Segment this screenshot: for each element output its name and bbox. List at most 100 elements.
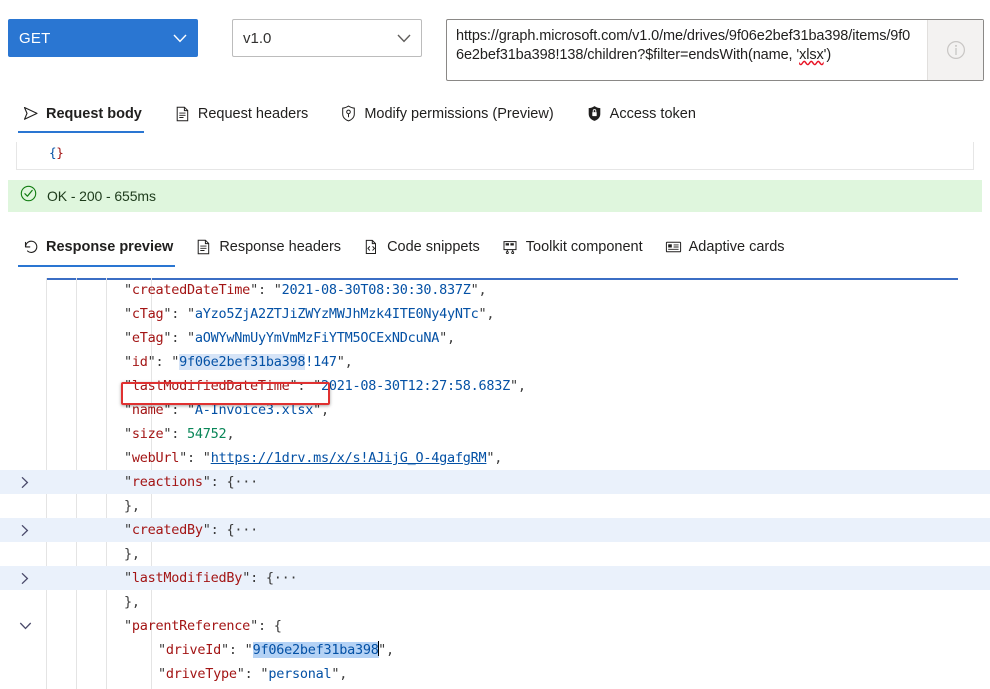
code-line-folded[interactable]: "lastModifiedBy": {··· bbox=[0, 566, 990, 590]
http-method-label: GET bbox=[19, 29, 51, 47]
code-line: "driveId": "9f06e2bef31ba398", bbox=[158, 641, 394, 658]
response-preview-editor[interactable]: "createdDateTime": "2021-08-30T08:30:30.… bbox=[0, 278, 990, 689]
json-folded-marker: {··· bbox=[226, 474, 258, 490]
code-line: "lastModifiedDateTime": "2021-08-30T12:2… bbox=[124, 378, 526, 394]
code-icon bbox=[363, 238, 380, 255]
request-url-input[interactable]: https://graph.microsoft.com/v1.0/me/driv… bbox=[447, 20, 927, 80]
chevron-right-icon[interactable] bbox=[17, 566, 33, 590]
url-text-part1: https://graph.microsoft.com/v1.0/me/driv… bbox=[456, 28, 911, 63]
json-brace: }, bbox=[124, 498, 140, 514]
chevron-down-icon bbox=[173, 34, 187, 43]
json-key: driveType bbox=[165, 666, 237, 682]
response-tab-bar: Response preview Response headers Code s… bbox=[16, 232, 974, 274]
json-value: 2021-08-30T12:27:58.683Z bbox=[320, 378, 511, 394]
code-line-folded[interactable]: "reactions": {··· bbox=[0, 470, 990, 494]
json-value-match: 9f06e2bef31ba398 bbox=[179, 354, 306, 370]
tab-access-token[interactable]: Access token bbox=[580, 100, 710, 133]
json-key: webUrl bbox=[131, 450, 180, 466]
tab-modify-permissions-label: Modify permissions (Preview) bbox=[364, 105, 554, 122]
code-line: "driveType": "personal", bbox=[158, 666, 348, 682]
json-key: eTag bbox=[131, 330, 164, 346]
json-key: createdDateTime bbox=[131, 282, 251, 298]
check-circle-icon bbox=[20, 185, 37, 207]
json-key: driveId bbox=[165, 642, 222, 658]
json-value: 54752 bbox=[187, 426, 227, 442]
json-value: personal bbox=[268, 666, 332, 682]
code-line: }, bbox=[0, 590, 990, 614]
query-bar: GET v1.0 https://graph.microsoft.com/v1.… bbox=[0, 15, 990, 81]
tab-adaptive-cards[interactable]: Adaptive cards bbox=[659, 232, 801, 267]
tab-code-snippets-label: Code snippets bbox=[387, 238, 480, 255]
tab-response-preview-label: Response preview bbox=[46, 238, 174, 255]
json-key: cTag bbox=[131, 306, 164, 322]
info-icon[interactable] bbox=[927, 20, 983, 80]
json-key: createdBy bbox=[131, 522, 203, 538]
request-body-close-brace: } bbox=[56, 145, 64, 160]
http-method-select[interactable]: GET bbox=[8, 19, 198, 57]
chevron-right-icon[interactable] bbox=[17, 518, 33, 542]
document-icon bbox=[174, 105, 191, 122]
code-line-folded[interactable]: "createdBy": {··· bbox=[0, 518, 990, 542]
chevron-down-icon bbox=[397, 34, 411, 43]
tab-request-body-label: Request body bbox=[46, 105, 142, 122]
json-key: name bbox=[131, 402, 164, 418]
code-line: "createdDateTime": "2021-08-30T08:30:30.… bbox=[124, 282, 487, 298]
json-key: size bbox=[131, 426, 164, 442]
json-value-current-match: 9f06e2bef31ba398 bbox=[252, 642, 379, 658]
tab-modify-permissions[interactable]: Modify permissions (Preview) bbox=[334, 100, 567, 133]
code-line: "cTag": "aYzo5ZjA2ZTJiZWYzMWJhMzk4ITE0Ny… bbox=[124, 306, 495, 322]
tab-response-preview[interactable]: Response preview bbox=[16, 232, 189, 267]
tab-request-headers[interactable]: Request headers bbox=[168, 100, 322, 133]
json-value: 2021-08-30T08:30:30.837Z bbox=[281, 282, 471, 298]
url-text-misspelled: xlsx bbox=[799, 47, 824, 63]
code-line-expanded[interactable]: "parentReference": { bbox=[0, 614, 990, 638]
shield-lock-icon bbox=[586, 105, 603, 122]
tab-toolkit-component[interactable]: Toolkit component bbox=[496, 232, 659, 267]
json-key: id bbox=[131, 354, 148, 370]
json-key: lastModifiedDateTime bbox=[131, 378, 290, 394]
tab-toolkit-component-label: Toolkit component bbox=[525, 238, 643, 255]
document-icon bbox=[195, 238, 212, 255]
json-key: lastModifiedBy bbox=[131, 570, 243, 586]
chevron-right-icon[interactable] bbox=[17, 470, 33, 494]
code-line: }, bbox=[0, 494, 990, 518]
json-key: reactions bbox=[131, 474, 203, 490]
json-value: aYzo5ZjA2ZTJiZWYzMWJhMzk4ITE0Ny4yNTc bbox=[194, 306, 479, 322]
json-value-link[interactable]: https://1drv.ms/x/s!AJijG_O-4gafgRM bbox=[211, 450, 487, 466]
request-tab-bar: Request body Request headers Modify perm… bbox=[16, 100, 974, 140]
graph-explorer-window: GET v1.0 https://graph.microsoft.com/v1.… bbox=[0, 0, 990, 689]
json-value: aOWYwNmUyYmVmMzFiYTM5OCExNDcuNA bbox=[194, 330, 440, 346]
json-brace: { bbox=[273, 618, 282, 634]
request-body-editor[interactable]: {} bbox=[16, 142, 974, 170]
request-body-code: {} bbox=[17, 142, 973, 160]
card-icon bbox=[665, 238, 682, 255]
api-version-select[interactable]: v1.0 bbox=[232, 19, 422, 57]
url-text-part2: ') bbox=[823, 47, 832, 63]
history-back-icon bbox=[22, 238, 39, 255]
json-value: A-Invoice3.xlsx bbox=[194, 402, 314, 418]
tab-response-headers[interactable]: Response headers bbox=[189, 232, 357, 267]
json-folded-marker: {··· bbox=[265, 570, 298, 586]
status-badge: OK - 200 - 655ms bbox=[8, 180, 982, 212]
toolkit-icon bbox=[502, 238, 519, 255]
tab-response-headers-label: Response headers bbox=[219, 238, 342, 255]
code-line: "id": "9f06e2bef31ba398!147", bbox=[124, 354, 353, 370]
json-brace: }, bbox=[124, 546, 140, 562]
code-line-annotated: "name": "A-Invoice3.xlsx", bbox=[124, 402, 329, 418]
code-line: "webUrl": "https://1drv.ms/x/s!AJijG_O-4… bbox=[124, 450, 503, 466]
code-lines: "createdDateTime": "2021-08-30T08:30:30.… bbox=[0, 278, 990, 689]
request-url-container: https://graph.microsoft.com/v1.0/me/driv… bbox=[446, 19, 984, 81]
json-folded-marker: {··· bbox=[226, 522, 258, 538]
send-arrow-icon bbox=[22, 105, 39, 122]
tab-code-snippets[interactable]: Code snippets bbox=[357, 232, 496, 267]
tab-adaptive-cards-label: Adaptive cards bbox=[688, 238, 785, 255]
json-key: parentReference bbox=[131, 618, 251, 634]
api-version-label: v1.0 bbox=[243, 29, 272, 47]
shield-key-icon bbox=[340, 105, 357, 122]
status-text: OK - 200 - 655ms bbox=[47, 188, 156, 204]
json-brace: }, bbox=[124, 594, 140, 610]
tab-request-body[interactable]: Request body bbox=[16, 100, 156, 133]
tab-request-headers-label: Request headers bbox=[197, 105, 309, 122]
chevron-down-icon[interactable] bbox=[17, 614, 33, 638]
code-line: }, bbox=[0, 542, 990, 566]
